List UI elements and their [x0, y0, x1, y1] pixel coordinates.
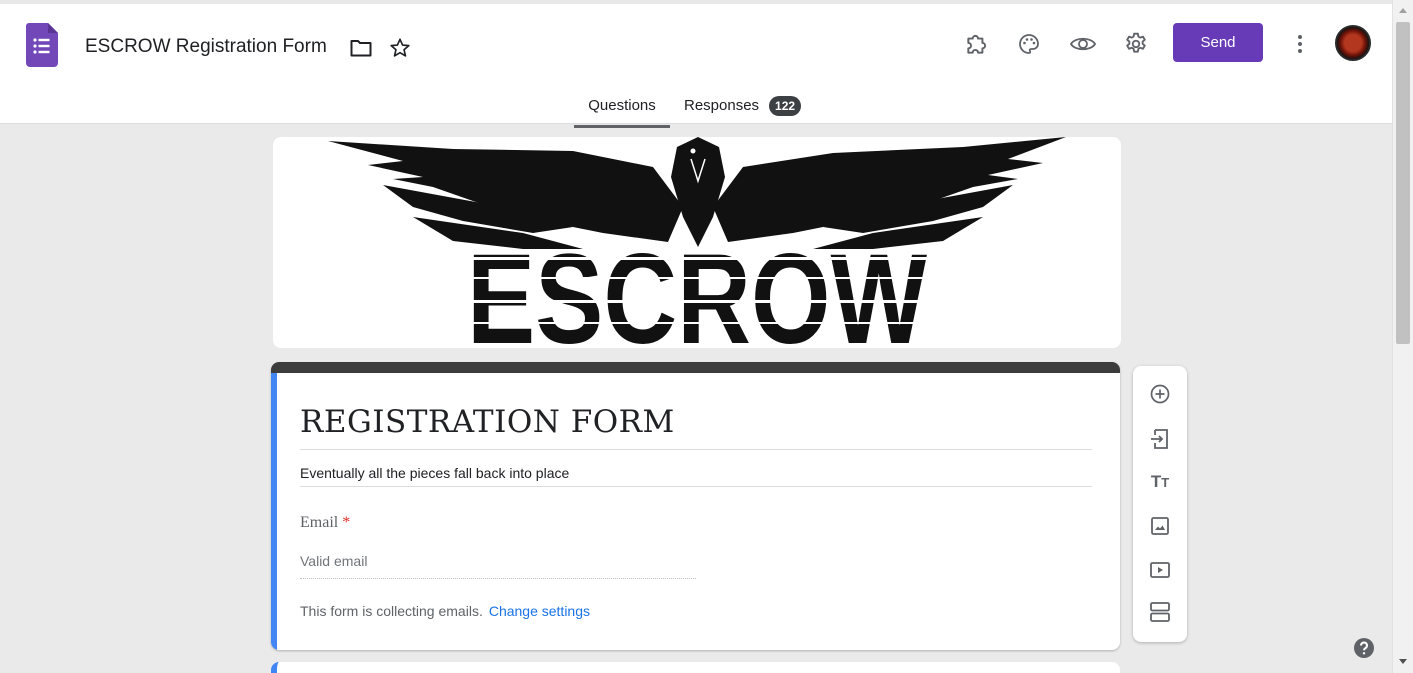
- form-title-card[interactable]: REGISTRATION FORM Eventually all the pie…: [271, 362, 1120, 650]
- forms-app-icon[interactable]: [26, 23, 58, 67]
- required-asterisk: *: [342, 514, 351, 531]
- email-question-label: Email *: [300, 514, 350, 532]
- form-title[interactable]: REGISTRATION FORM: [300, 404, 675, 440]
- preview-eye-icon[interactable]: [1068, 30, 1098, 58]
- title-glyph-small: T: [1161, 475, 1170, 490]
- header-bar: ESCROW Registration Form Send Questions …: [0, 0, 1392, 128]
- folder-icon[interactable]: [348, 37, 374, 59]
- addon-icon[interactable]: [963, 30, 991, 58]
- add-video-icon[interactable]: [1147, 557, 1173, 583]
- help-icon[interactable]: [1353, 637, 1375, 659]
- title-glyph-big: T: [1150, 472, 1162, 491]
- collecting-emails-text: This form is collecting emails.: [300, 603, 483, 619]
- more-vert-icon[interactable]: [1290, 30, 1310, 58]
- palette-icon[interactable]: [1015, 30, 1043, 58]
- description-underline: [300, 486, 1092, 487]
- header-image: ESCROW: [273, 137, 1121, 348]
- tab-responses-label: Responses: [684, 97, 760, 114]
- page-scrollbar[interactable]: [1392, 0, 1413, 673]
- scrollbar-thumb[interactable]: [1396, 22, 1410, 344]
- add-title-and-description-icon[interactable]: TT: [1147, 469, 1173, 495]
- scroll-up-arrow-icon[interactable]: [1399, 8, 1407, 13]
- next-question-card[interactable]: [271, 662, 1120, 673]
- add-image-icon[interactable]: [1147, 513, 1173, 539]
- card-top-accent: [271, 362, 1120, 373]
- email-field: Valid email: [300, 553, 696, 579]
- banner-logo-text: ESCROW: [467, 228, 927, 348]
- card-focus-indicator: [271, 373, 277, 650]
- collecting-emails-note: This form is collecting emails. Change se…: [300, 603, 590, 619]
- add-question-icon[interactable]: [1147, 381, 1173, 407]
- account-avatar[interactable]: [1335, 25, 1371, 61]
- change-settings-link[interactable]: Change settings: [489, 603, 590, 619]
- star-icon[interactable]: [388, 36, 412, 60]
- form-description[interactable]: Eventually all the pieces fall back into…: [300, 465, 569, 481]
- import-questions-icon[interactable]: [1147, 426, 1173, 452]
- send-button[interactable]: Send: [1173, 23, 1263, 62]
- title-underline: [300, 449, 1092, 450]
- tab-responses[interactable]: Responses 122: [684, 88, 814, 128]
- settings-gear-icon[interactable]: [1121, 29, 1151, 59]
- responses-count-badge: 122: [769, 96, 802, 116]
- email-label-text: Email: [300, 514, 339, 531]
- add-section-icon[interactable]: [1147, 599, 1173, 625]
- scroll-down-arrow-icon[interactable]: [1399, 659, 1407, 664]
- question-toolbar: TT: [1133, 366, 1187, 642]
- escrow-raven-logo: ESCROW: [328, 137, 1066, 348]
- document-title[interactable]: ESCROW Registration Form: [85, 36, 327, 58]
- tab-questions[interactable]: Questions: [574, 88, 670, 128]
- tab-questions-label: Questions: [588, 97, 656, 114]
